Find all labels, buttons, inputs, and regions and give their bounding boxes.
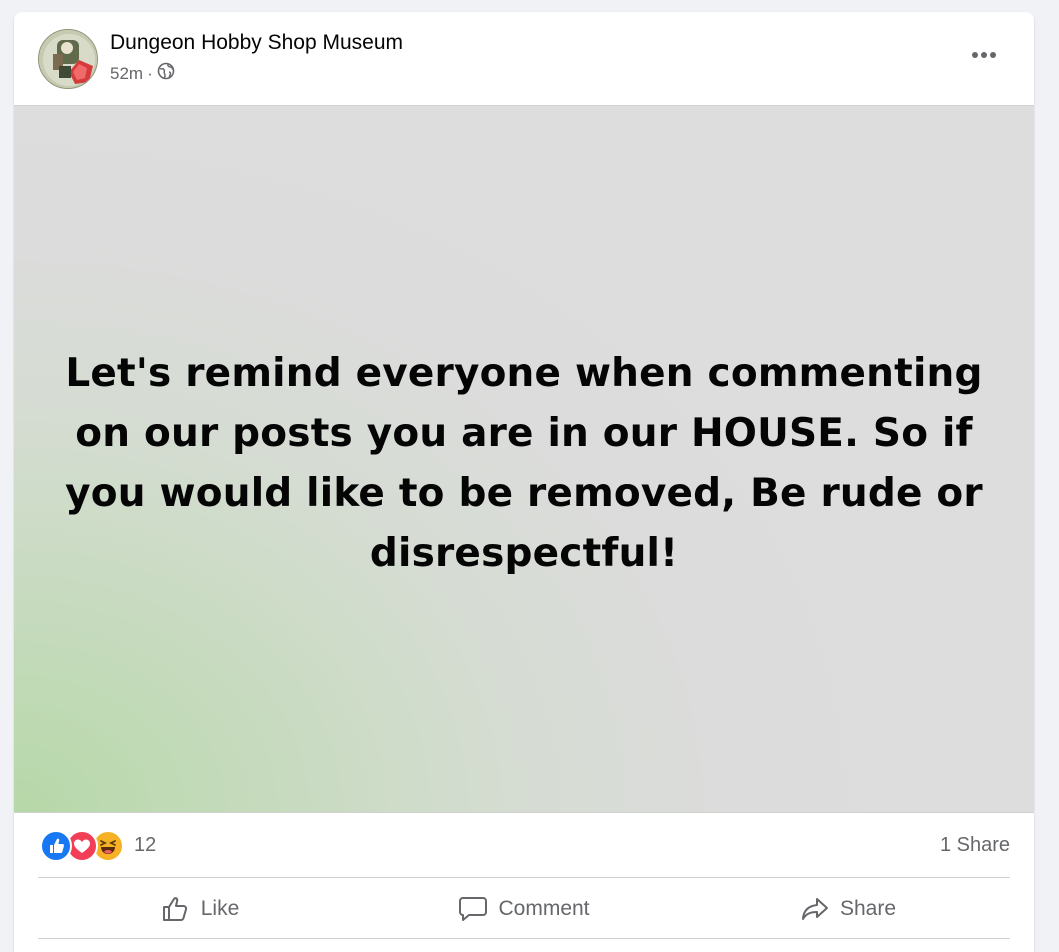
globe-icon	[157, 62, 175, 85]
engagement-summary: 12 1 Share	[38, 826, 1010, 866]
reaction-icons[interactable]	[40, 830, 130, 862]
share-count[interactable]: 1 Share	[940, 834, 1010, 857]
share-arrow-icon	[801, 898, 828, 920]
share-label: Share	[839, 897, 897, 920]
thumbs-up-icon	[162, 897, 187, 921]
more-horizontal-icon	[972, 52, 996, 58]
like-button[interactable]: Like	[38, 880, 362, 938]
like-reaction-icon	[40, 830, 72, 862]
like-label: Like	[200, 897, 240, 920]
post-meta: 52m ·	[110, 62, 175, 85]
page-name[interactable]: Dungeon Hobby Shop Museum	[110, 31, 403, 55]
actions-divider-bottom	[38, 938, 1010, 939]
post-header: Dungeon Hobby Shop Museum 52m ·	[14, 12, 1034, 105]
post-options-button[interactable]	[964, 40, 1004, 70]
comment-bubble-icon	[459, 897, 488, 921]
post-timestamp[interactable]: 52m	[110, 64, 143, 84]
post-background: Let's remind everyone when commenting on…	[14, 105, 1034, 813]
share-button[interactable]: Share	[686, 880, 1010, 938]
post-actions-bar: Like Comment Share	[38, 880, 1010, 938]
page-avatar[interactable]	[38, 29, 98, 89]
actions-divider-top	[38, 877, 1010, 878]
post-card: Dungeon Hobby Shop Museum 52m · Let's re	[14, 12, 1034, 952]
meta-separator: ·	[147, 63, 153, 83]
post-body-text: Let's remind everyone when commenting on…	[65, 351, 983, 576]
avatar-image	[39, 30, 97, 88]
comment-label: Comment	[498, 897, 590, 920]
comment-button[interactable]: Comment	[362, 880, 686, 938]
reaction-count[interactable]: 12	[134, 834, 156, 857]
